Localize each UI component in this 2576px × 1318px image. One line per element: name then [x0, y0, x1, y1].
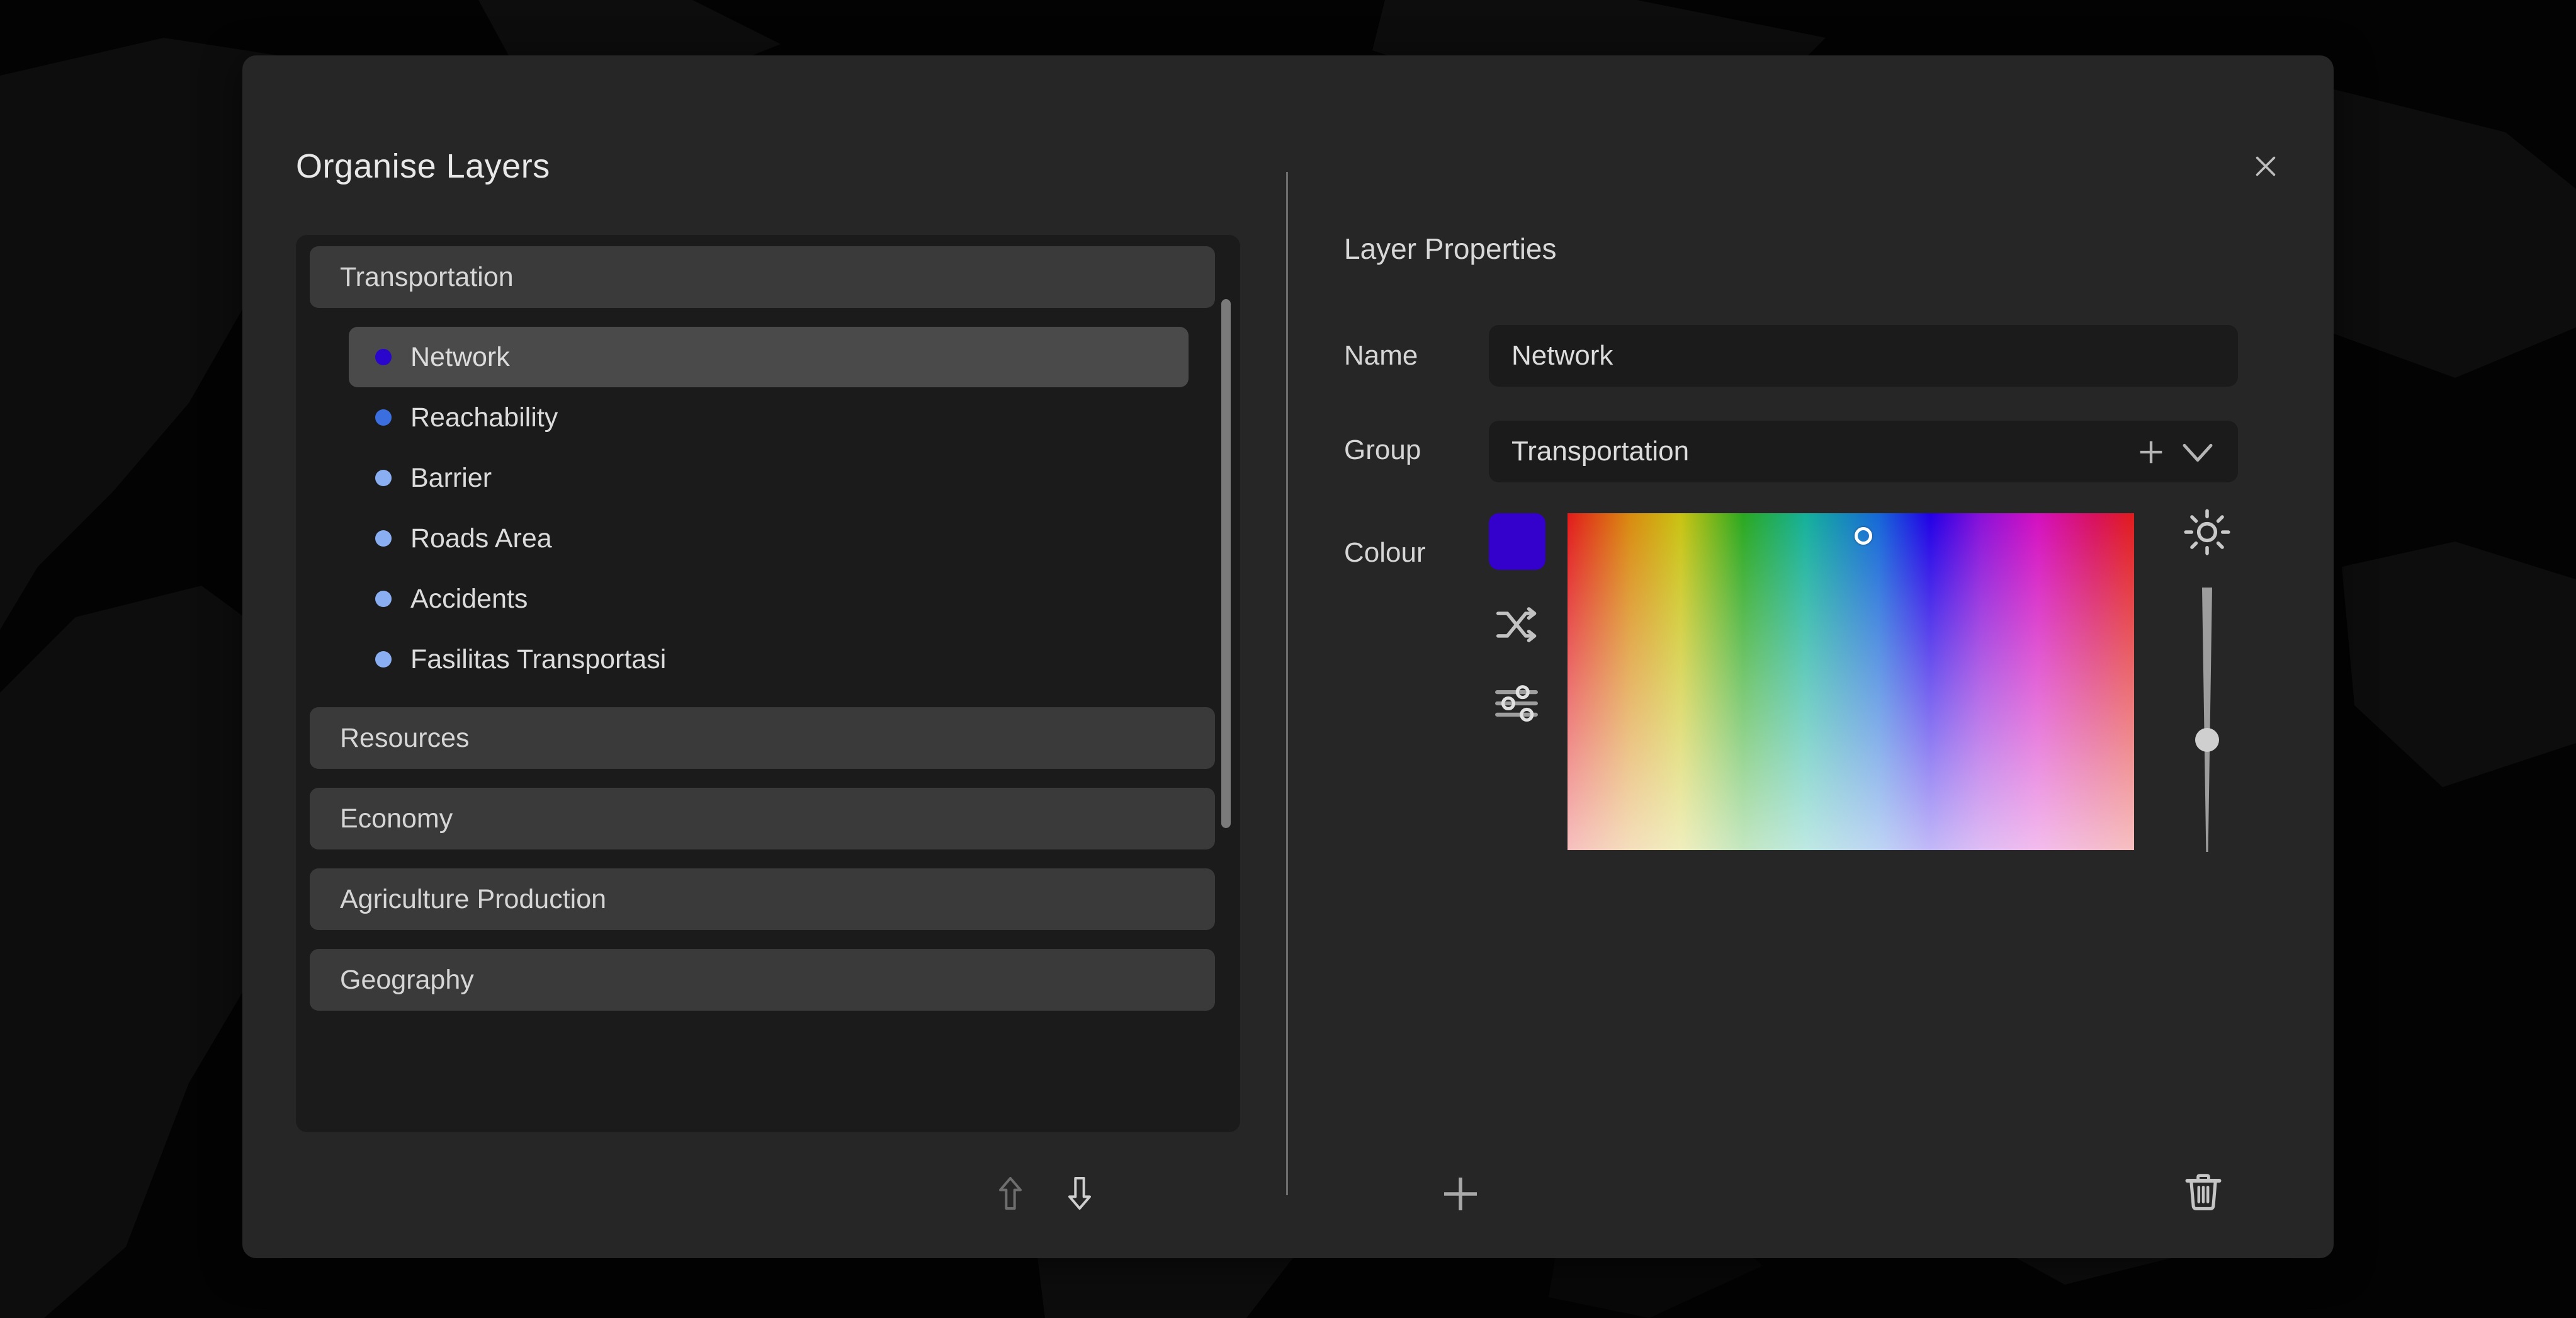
- layer-color-dot: [375, 530, 392, 547]
- group-header-transportation[interactable]: Transportation: [310, 246, 1215, 308]
- chevron-down-icon[interactable]: [2180, 440, 2215, 466]
- plus-icon[interactable]: [2135, 436, 2167, 469]
- layer-row-fasilitas-transportasi[interactable]: Fasilitas Transportasi: [349, 629, 1189, 690]
- layer-label: Fasilitas Transportasi: [410, 644, 667, 674]
- layer-row-reachability[interactable]: Reachability: [349, 387, 1189, 448]
- group-header-label: Resources: [340, 722, 470, 753]
- layer-row-network[interactable]: Network: [349, 327, 1189, 387]
- group-header-resources[interactable]: Resources: [310, 707, 1215, 769]
- layer-color-dot: [375, 651, 392, 668]
- name-input[interactable]: Network: [1489, 325, 2238, 387]
- group-header-economy[interactable]: Economy: [310, 788, 1215, 849]
- layer-label: Network: [410, 341, 510, 372]
- layer-label: Roads Area: [410, 523, 552, 554]
- group-header-label: Geography: [340, 964, 474, 995]
- layer-label: Reachability: [410, 402, 558, 433]
- layer-row-accidents[interactable]: Accidents: [349, 569, 1189, 629]
- move-layer-down-button[interactable]: [1045, 1159, 1114, 1228]
- layer-label: Accidents: [410, 583, 528, 614]
- brightness-button[interactable]: [2183, 508, 2232, 557]
- layer-color-dot: [375, 349, 392, 365]
- arrow-up-icon: [999, 1177, 1022, 1210]
- randomize-colour-button[interactable]: [1488, 600, 1545, 649]
- group-header-label: Economy: [340, 803, 453, 834]
- panel-divider: [1286, 172, 1288, 1195]
- group-select[interactable]: Transportation: [1489, 421, 2238, 482]
- layer-color-dot: [375, 409, 392, 426]
- organise-layers-dialog: Organise Layers Transportation Network R…: [242, 55, 2334, 1258]
- layer-list-content: Transportation Network Reachability Barr…: [296, 235, 1240, 1132]
- group-select-value: Transportation: [1511, 436, 1690, 467]
- name-input-value: Network: [1511, 340, 1613, 371]
- add-layer-button[interactable]: [1423, 1156, 1498, 1232]
- move-layer-up-button[interactable]: [976, 1159, 1045, 1228]
- brightness-slider-knob[interactable]: [2195, 728, 2219, 752]
- layer-row-roads-area[interactable]: Roads Area: [349, 508, 1189, 569]
- sun-icon: [2184, 509, 2230, 555]
- brightness-slider-track: [2202, 588, 2212, 852]
- close-icon: [2256, 156, 2276, 176]
- delete-layer-button[interactable]: [2169, 1157, 2238, 1227]
- name-label: Name: [1344, 340, 1418, 371]
- plus-icon: [1444, 1178, 1477, 1210]
- layer-color-dot: [375, 591, 392, 607]
- sliders-icon: [1495, 685, 1538, 722]
- properties-title: Layer Properties: [1344, 232, 1557, 265]
- brightness-slider[interactable]: [2193, 588, 2222, 852]
- group-header-agriculture-production[interactable]: Agriculture Production: [310, 868, 1215, 930]
- layer-tree-toolbar: [296, 1145, 1477, 1246]
- layer-color-dot: [375, 470, 392, 486]
- colour-picker-cursor: [1855, 527, 1872, 545]
- arrow-down-icon: [1068, 1177, 1091, 1210]
- dialog-title: Organise Layers: [296, 147, 550, 185]
- group-header-geography[interactable]: Geography: [310, 949, 1215, 1011]
- colour-sliders-button[interactable]: [1488, 679, 1545, 728]
- colour-gradient-picker[interactable]: [1568, 513, 2134, 850]
- close-button[interactable]: [2243, 144, 2288, 189]
- colour-swatch[interactable]: [1489, 513, 1545, 570]
- layer-properties-panel: Layer Properties Name Network Group Tran…: [1344, 232, 2276, 1126]
- trash-icon: [2185, 1174, 2222, 1210]
- shuffle-icon: [1496, 607, 1537, 642]
- layer-tree-panel: Transportation Network Reachability Barr…: [296, 235, 1240, 1132]
- layer-label: Barrier: [410, 462, 492, 493]
- scrollbar-thumb[interactable]: [1221, 299, 1231, 828]
- layer-list-scrollbar[interactable]: [1219, 244, 1231, 1113]
- group-header-label: Transportation: [340, 261, 514, 292]
- colour-label: Colour: [1344, 537, 1426, 568]
- layer-row-barrier[interactable]: Barrier: [349, 448, 1189, 508]
- group-header-label: Agriculture Production: [340, 883, 607, 914]
- group-label: Group: [1344, 435, 1421, 465]
- layer-list: Transportation Network Reachability Barr…: [296, 235, 1240, 1132]
